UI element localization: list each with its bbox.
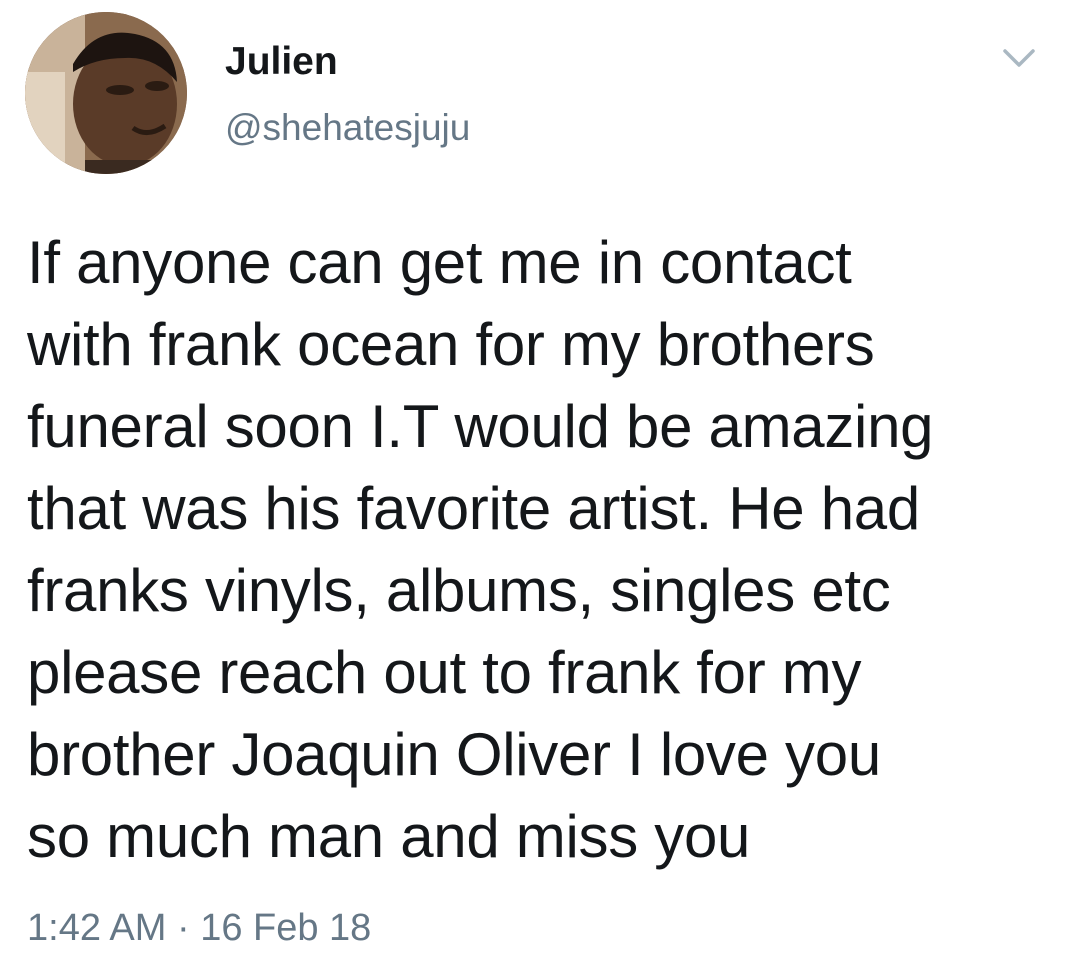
chevron-down-icon[interactable]	[1002, 46, 1036, 72]
author-avatar[interactable]	[25, 12, 187, 174]
tweet-text: If anyone can get me in contact with fra…	[27, 229, 934, 870]
tweet-timestamp[interactable]: 1:42 AM · 16 Feb 18	[27, 909, 371, 947]
avatar-photo	[25, 12, 187, 174]
author-display-name[interactable]: Julien	[225, 42, 338, 81]
tweet-card: Julien @shehatesjuju If anyone can get m…	[0, 0, 1066, 978]
author-handle[interactable]: @shehatesjuju	[225, 109, 470, 146]
